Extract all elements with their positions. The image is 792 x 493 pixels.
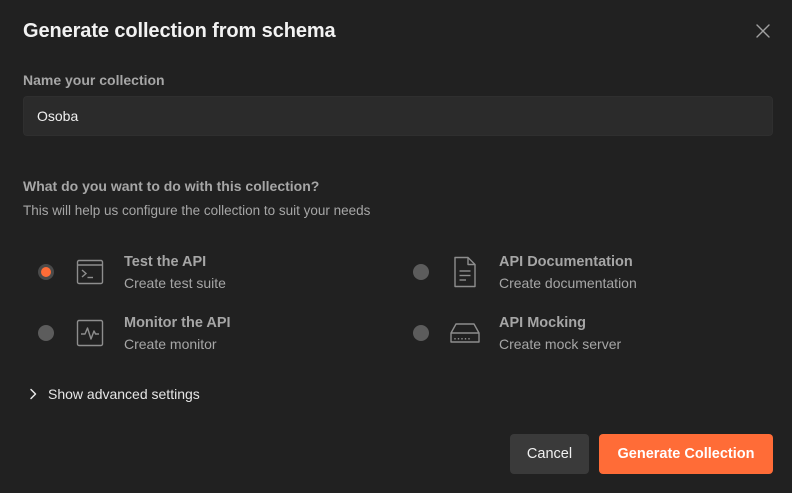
option-subtitle: Create test suite (124, 275, 226, 291)
option-title: Monitor the API (124, 315, 231, 331)
generate-collection-dialog: Generate collection from schema Name you… (0, 0, 792, 493)
radio-api-documentation[interactable] (413, 264, 429, 280)
close-icon (756, 24, 770, 38)
option-subtitle: Create monitor (124, 336, 217, 352)
server-icon (449, 317, 481, 349)
collection-name-label: Name your collection (23, 72, 165, 88)
option-subtitle: Create documentation (499, 275, 637, 291)
purpose-question: What do you want to do with this collect… (23, 178, 320, 194)
generate-collection-button[interactable]: Generate Collection (599, 434, 773, 474)
radio-test-api[interactable] (38, 264, 54, 280)
option-monitor-api[interactable]: Monitor the API Create monitor (38, 315, 368, 361)
cancel-button[interactable]: Cancel (510, 434, 589, 474)
option-title: API Documentation (499, 254, 633, 270)
dialog-title: Generate collection from schema (23, 20, 336, 42)
option-title: Test the API (124, 254, 207, 270)
advanced-settings-label: Show advanced settings (48, 386, 200, 402)
option-title: API Mocking (499, 315, 587, 331)
activity-monitor-icon (74, 317, 106, 349)
radio-api-mocking[interactable] (413, 325, 429, 341)
terminal-icon (74, 256, 106, 288)
show-advanced-settings-toggle[interactable]: Show advanced settings (27, 384, 200, 404)
close-button[interactable] (751, 19, 775, 43)
option-api-documentation[interactable]: API Documentation Create documentation (413, 254, 743, 300)
option-api-mocking[interactable]: API Mocking Create mock server (413, 315, 743, 361)
option-test-api[interactable]: Test the API Create test suite (38, 254, 368, 300)
option-subtitle: Create mock server (499, 336, 622, 352)
radio-monitor-api[interactable] (38, 325, 54, 341)
purpose-hint: This will help us configure the collecti… (23, 203, 371, 218)
document-icon (449, 256, 481, 288)
collection-name-input[interactable] (23, 96, 773, 136)
chevron-right-icon (27, 388, 39, 400)
